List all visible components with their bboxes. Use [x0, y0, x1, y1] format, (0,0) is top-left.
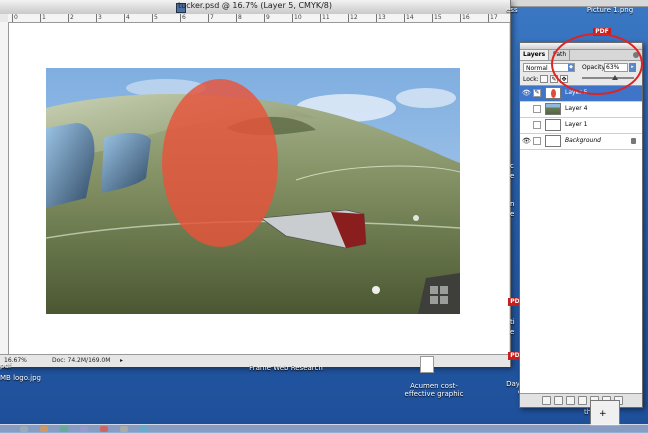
- ruler-tick-label: 15: [432, 14, 442, 22]
- car-image[interactable]: [46, 68, 460, 314]
- edge-fragment: c: [510, 162, 514, 170]
- visibility-toggle[interactable]: [522, 121, 530, 129]
- ruler-tick-label: 4: [124, 14, 130, 22]
- ruler-tick-label: 10: [292, 14, 302, 22]
- edge-fragment: n: [510, 200, 515, 208]
- doc-size: Doc: 74.2M/169.0M: [52, 357, 111, 364]
- layers-palette: Layers Path Normal ◆ Opacity: 63% ▸ Lock…: [519, 42, 643, 408]
- layer-thumbnail: [545, 119, 561, 131]
- car-illustration: [46, 68, 460, 314]
- ruler-tick-label: 16: [460, 14, 470, 22]
- layer-name: Layer 1: [565, 121, 588, 128]
- document-titlebar[interactable]: tucker.psd @ 16.7% (Layer 5, CMYK/8): [0, 0, 510, 15]
- ruler-tick-label: 17: [488, 14, 498, 22]
- crosshair-icon: +: [599, 409, 607, 419]
- layer-thumbnail: [545, 103, 561, 115]
- layer-name: Layer 4: [565, 105, 588, 112]
- visibility-eye-icon[interactable]: 👁: [522, 89, 531, 97]
- layer-mask-icon[interactable]: [566, 396, 575, 405]
- ruler-tick-label: 13: [376, 14, 386, 22]
- link-layers-icon[interactable]: [542, 396, 551, 405]
- status-menu-arrow-icon[interactable]: ▸: [120, 357, 123, 364]
- link-box[interactable]: [533, 105, 541, 113]
- dock-app-icon[interactable]: [140, 426, 148, 432]
- red-overlay-ellipse: [162, 79, 278, 247]
- dock-app-icon[interactable]: [120, 426, 128, 432]
- blend-mode-value: Normal: [526, 65, 548, 72]
- edge-fragment: e: [510, 172, 515, 180]
- pdf-fragment-label: pdf: [0, 362, 12, 370]
- layer-name: Background: [565, 137, 601, 144]
- edge-fragment: ti: [510, 318, 515, 326]
- edge-fragment: e: [510, 210, 515, 218]
- small-tool-window[interactable]: +: [590, 400, 620, 426]
- ruler-tick-label: 2: [68, 14, 74, 22]
- layer-row-layer-4[interactable]: Layer 4: [520, 102, 642, 118]
- acumen-file-label[interactable]: Acumen cost-effective graphic: [402, 382, 466, 398]
- dock-app-icon[interactable]: [80, 426, 88, 432]
- dock-app-icon[interactable]: [40, 426, 48, 432]
- picture-file-label[interactable]: Picture 1.png: [580, 6, 640, 14]
- ruler-tick-label: 12: [348, 14, 358, 22]
- brush-icon: ✎: [533, 89, 541, 97]
- layer-list: 👁 ✎ Layer 5 Layer 4 Layer 1 👁 Background: [520, 85, 642, 394]
- frame-research-label[interactable]: Frame Web Research: [246, 364, 326, 372]
- layer-row-layer-1[interactable]: Layer 1: [520, 118, 642, 134]
- lock-transparency-icon[interactable]: [540, 75, 548, 83]
- document-window: tucker.psd @ 16.7% (Layer 5, CMYK/8) 012…: [0, 0, 511, 367]
- acumen-file-icon[interactable]: [420, 356, 434, 373]
- dock-app-icon[interactable]: [60, 426, 68, 432]
- dock-app-icon[interactable]: [20, 426, 28, 432]
- ruler-tick-label: 14: [404, 14, 414, 22]
- adjustment-layer-icon[interactable]: [578, 396, 587, 405]
- layer-thumbnail: [545, 135, 561, 147]
- link-box[interactable]: [533, 121, 541, 129]
- ruler-tick-label: 7: [208, 14, 214, 22]
- ruler-tick-label: 11: [320, 14, 330, 22]
- mb-logo-file-label[interactable]: MB logo.jpg: [0, 374, 41, 382]
- layer-row-background[interactable]: 👁 Background: [520, 134, 642, 150]
- desktop-text-fragment: ess: [506, 6, 518, 14]
- edge-fragment: e: [510, 328, 515, 336]
- visibility-toggle[interactable]: [522, 105, 530, 113]
- document-title: tucker.psd @ 16.7% (Layer 5, CMYK/8): [177, 1, 332, 10]
- dock-app-icon[interactable]: [100, 426, 108, 432]
- ruler-tick-label: 0: [12, 14, 18, 22]
- layer-style-icon[interactable]: [554, 396, 563, 405]
- lock-icon: [631, 138, 636, 144]
- tab-layers[interactable]: Layers: [520, 50, 550, 60]
- highlight-circle-annotation: [551, 33, 643, 95]
- layer-thumbnail: [545, 87, 561, 99]
- ruler-tick-label: 6: [180, 14, 186, 22]
- ruler-tick-label: 1: [40, 14, 46, 22]
- palette-footer: [520, 393, 642, 407]
- horizontal-ruler[interactable]: 0 1 2 3 4 5 6 7 8 9 10 11 12 13 14 15 16 17: [8, 14, 510, 23]
- ruler-tick-label: 5: [152, 14, 158, 22]
- ruler-tick-label: 8: [236, 14, 242, 22]
- ruler-tick-label: 9: [264, 14, 270, 22]
- link-box[interactable]: [533, 137, 541, 145]
- visibility-eye-icon[interactable]: 👁: [522, 137, 531, 145]
- ruler-tick-label: 3: [96, 14, 102, 22]
- lock-label: Lock:: [523, 76, 539, 83]
- vertical-ruler[interactable]: [0, 22, 9, 354]
